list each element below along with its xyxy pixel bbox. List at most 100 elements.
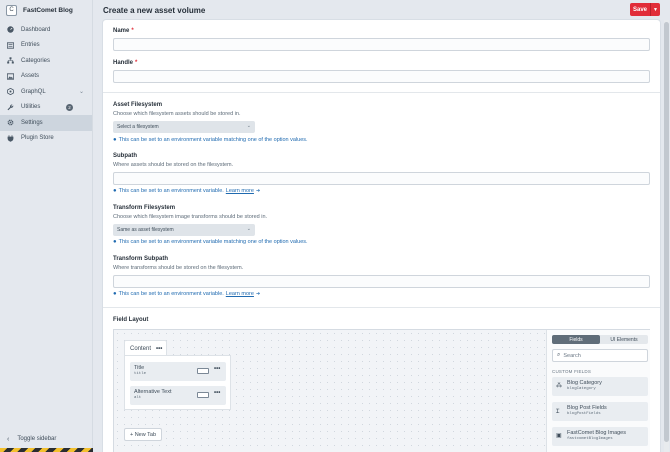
tab-body: Title title ••• Alternative Text alt ••• [124,355,231,410]
main-nav: Dashboard Entries Categories Assets Grap… [0,22,92,146]
library-field-blog-category[interactable]: ⁂ Blog Category blogCategory [552,377,648,396]
subpath-tip: ● This can be set to an environment varia… [113,188,261,194]
panel-tabs: Fields UI Elements [552,335,648,344]
tab-ui-elements[interactable]: UI Elements [600,335,648,344]
required-icon: * [135,60,138,66]
nav-item-entries[interactable]: Entries [0,38,92,54]
gear-icon [7,119,14,126]
chevron-down-icon: ⌄ [246,123,251,129]
tab-content[interactable]: Content ••• [124,340,167,356]
subpath-input[interactable] [113,172,650,185]
content-pane: Name * Handle * Asset Filesystem Choose wh… [103,20,660,452]
chevron-left-icon: ‹ [7,435,10,443]
layout-field-title[interactable]: Title title ••• [130,362,226,381]
name-label: Name * [113,28,134,34]
nav-item-dashboard[interactable]: Dashboard [0,22,92,38]
nav-item-assets[interactable]: Assets [0,69,92,85]
tab-fields[interactable]: Fields [552,335,600,344]
more-icon[interactable]: ••• [214,366,220,372]
transform-fs-desc: Choose which filesystem image transforms… [113,214,268,220]
site-header[interactable]: C FastComet Blog [0,0,92,20]
categories-icon: ⁂ [556,383,562,389]
scrollbar-thumb[interactable] [664,22,669,442]
site-logo: C [6,4,17,16]
dashboard-icon [7,26,14,33]
custom-fields-heading: CUSTOM FIELDS [552,369,592,374]
external-link-icon: ➜ [255,291,261,297]
transform-fs-label: Transform Filesystem [113,205,176,211]
divider [103,92,660,93]
save-options-button[interactable]: ▼ [650,3,660,16]
filesystem-select[interactable]: Select a filesystem ⌄ [113,121,255,133]
tip-icon: ● [113,239,117,245]
library-field-fastcomet-blog-images[interactable]: ▣ FastComet Blog Images fastcometBlogIma… [552,427,648,446]
nav-item-settings[interactable]: Settings [0,115,92,131]
nav-label: Dashboard [21,26,51,33]
handle-input[interactable] [113,70,650,83]
site-name: FastComet Blog [23,6,73,14]
image-icon: ▣ [556,433,562,439]
field-library-panel: Fields UI Elements ⌕ Search CUSTOM FIELDS… [546,330,650,452]
new-tab-button[interactable]: + New Tab [124,428,162,441]
nav-label: Utilities [21,104,41,111]
toggle-sidebar-button[interactable]: ‹ Toggle sidebar [0,432,93,446]
tip-icon: ● [113,291,117,297]
handle-label: Handle * [113,60,138,66]
chevron-down-icon[interactable]: ⌄ [79,88,84,95]
transform-subpath-input[interactable] [113,275,650,288]
nav-label: Entries [21,42,40,49]
search-input[interactable]: ⌕ Search [552,349,648,362]
page-header: Create a new asset volume Save ▼ [93,0,670,20]
tip-icon: ● [113,188,117,194]
filesystem-tip: ● This can be set to an environment varia… [113,137,308,143]
learn-more-link[interactable]: Learn more [226,291,254,297]
sidebar: C FastComet Blog Dashboard Entries Categ… [0,0,93,452]
assets-icon [7,73,14,80]
scrollbar[interactable] [664,20,669,452]
nav-label: Settings [21,119,43,126]
search-icon: ⌕ [557,352,561,358]
graphql-icon [7,88,14,96]
field-layout-designer: Content ••• Title title ••• Alternative T… [113,329,650,452]
filesystem-label: Asset Filesystem [113,102,163,108]
more-icon[interactable]: ••• [214,390,220,396]
learn-more-link[interactable]: Learn more [226,188,254,194]
save-button[interactable]: Save [630,3,650,16]
dev-mode-stripe [0,448,93,452]
transform-fs-select[interactable]: Same as asset filesystem ⌄ [113,224,255,236]
text-cursor-icon: Ɪ [556,409,560,415]
transform-fs-tip: ● This can be set to an environment varia… [113,239,308,245]
toggle-icon[interactable] [197,392,209,398]
nav-label: Categories [21,57,51,64]
nav-label: Plugin Store [21,135,54,142]
save-button-group: Save ▼ [630,3,660,16]
categories-icon [7,57,14,64]
nav-item-categories[interactable]: Categories [0,53,92,69]
required-icon: * [131,28,134,34]
select-value: Same as asset filesystem [117,227,174,233]
entries-icon [7,42,14,49]
field-layout-label: Field Layout [113,317,149,323]
toggle-sidebar-label: Toggle sidebar [17,436,57,442]
name-input[interactable] [113,38,650,51]
subpath-desc: Where assets should be stored on the fil… [113,162,234,168]
transform-subpath-desc: Where transforms should be stored on the… [113,265,244,271]
nav-label: GraphQL [21,88,46,95]
page-title: Create a new asset volume [103,5,206,15]
chevron-down-icon: ⌄ [246,226,251,232]
subpath-label: Subpath [113,153,137,159]
transform-subpath-tip: ● This can be set to an environment varia… [113,291,261,297]
wrench-icon [7,104,14,111]
nav-label: Assets [21,73,40,80]
nav-item-graphql[interactable]: GraphQL ⌄ [0,84,92,100]
external-link-icon: ➜ [255,188,261,194]
more-icon[interactable]: ••• [156,346,162,352]
chevron-down-icon: ▼ [653,6,658,13]
layout-field-alt[interactable]: Alternative Text alt ••• [130,386,226,405]
toggle-icon[interactable] [197,368,209,374]
select-value: Select a filesystem [117,124,159,130]
nav-item-utilities[interactable]: Utilities 2 [0,100,92,116]
library-field-blog-post-fields[interactable]: Ɪ Blog Post Fields blogPostFields [552,402,648,421]
nav-item-plugin-store[interactable]: Plugin Store [0,131,92,147]
transform-subpath-label: Transform Subpath [113,256,169,262]
